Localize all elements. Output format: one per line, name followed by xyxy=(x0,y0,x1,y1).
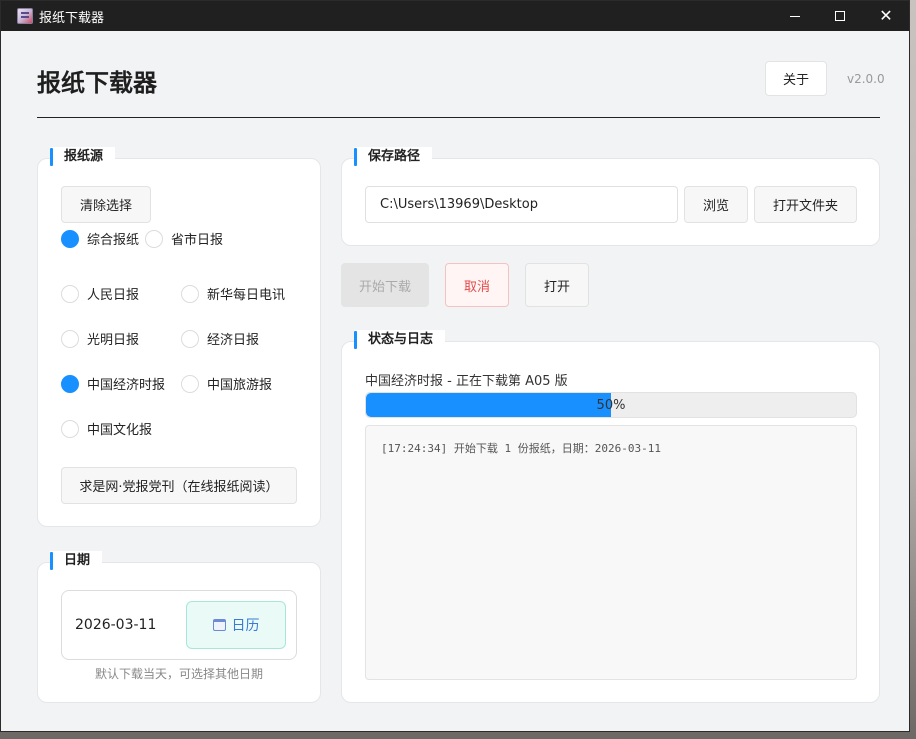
minimize-icon xyxy=(790,15,800,17)
close-icon: ✕ xyxy=(879,6,893,25)
radio-label: 光明日报 xyxy=(87,333,140,348)
app-window: 报纸下载器 ✕ 报纸下载器 关于 v2.0.0 报纸源 清除选择 综合报纸 省市… xyxy=(0,0,910,732)
radio-dot xyxy=(61,284,79,303)
header-divider xyxy=(37,117,880,118)
radio-label: 中国文化报 xyxy=(87,423,153,438)
date-section-title: 日期 xyxy=(50,551,103,571)
paper-radio-china-culture[interactable]: 中国文化报 xyxy=(61,419,152,438)
title-bar: 报纸下载器 ✕ xyxy=(1,1,909,31)
radio-dot xyxy=(181,284,199,303)
browse-button[interactable]: 浏览 xyxy=(684,186,748,223)
cancel-button[interactable]: 取消 xyxy=(445,263,509,307)
app-logo-icon xyxy=(17,8,33,24)
radio-label: 中国经济时报 xyxy=(87,378,166,393)
radio-label: 人民日报 xyxy=(87,288,140,303)
about-button[interactable]: 关于 xyxy=(765,61,827,96)
date-hint: 默认下载当天，可选择其他日期 xyxy=(94,667,263,681)
maximize-icon xyxy=(835,11,845,21)
source-section-title: 报纸源 xyxy=(50,147,116,167)
save-path-input[interactable]: C:\Users\13969\Desktop xyxy=(365,186,678,223)
maximize-button[interactable] xyxy=(817,1,863,31)
window-title: 报纸下载器 xyxy=(39,11,105,26)
radio-label: 中国旅游报 xyxy=(207,378,273,393)
status-message: 中国经济时报 - 正在下载第 A05 版 xyxy=(365,374,568,389)
paper-radio-china-economic-times[interactable]: 中国经济时报 xyxy=(61,374,165,393)
progress-label: 50% xyxy=(596,397,626,413)
radio-dot xyxy=(61,229,79,248)
radio-label: 综合报纸 xyxy=(87,233,140,248)
calendar-button[interactable]: 日历 xyxy=(186,601,286,649)
date-picker[interactable]: 2026-03-11 日历 xyxy=(61,590,297,660)
minimize-button[interactable] xyxy=(772,1,818,31)
save-path-section-title: 保存路径 xyxy=(354,147,433,167)
clear-selection-button[interactable]: 清除选择 xyxy=(61,186,151,223)
radio-dot xyxy=(61,329,79,348)
radio-dot xyxy=(181,374,199,393)
paper-radio-guangming[interactable]: 光明日报 xyxy=(61,329,139,348)
open-button[interactable]: 打开 xyxy=(525,263,589,307)
start-download-button[interactable]: 开始下载 xyxy=(341,263,429,307)
log-line: [17:24:34] 开始下载 1 份报纸，日期：2026-03-11 xyxy=(381,442,661,455)
radio-label: 省市日报 xyxy=(171,233,224,248)
category-radio-general[interactable]: 综合报纸 xyxy=(61,229,139,248)
paper-radio-china-tourism[interactable]: 中国旅游报 xyxy=(181,374,272,393)
open-folder-button[interactable]: 打开文件夹 xyxy=(754,186,857,223)
paper-radio-xinhua[interactable]: 新华每日电讯 xyxy=(181,284,285,303)
radio-dot xyxy=(145,229,163,248)
calendar-icon xyxy=(212,619,226,631)
calendar-label: 日历 xyxy=(231,618,260,634)
status-section-title: 状态与日志 xyxy=(354,330,446,350)
category-radio-provincial[interactable]: 省市日报 xyxy=(145,229,223,248)
radio-dot xyxy=(61,419,79,438)
radio-label: 新华每日电讯 xyxy=(207,288,286,303)
paper-radio-jingji[interactable]: 经济日报 xyxy=(181,329,259,348)
radio-dot xyxy=(61,374,79,393)
log-area[interactable]: [17:24:34] 开始下载 1 份报纸，日期：2026-03-11 xyxy=(365,425,857,680)
date-value: 2026-03-11 xyxy=(75,617,157,633)
radio-dot xyxy=(181,329,199,348)
paper-radio-renmin[interactable]: 人民日报 xyxy=(61,284,139,303)
online-reading-button[interactable]: 求是网·党报党刊（在线报纸阅读） xyxy=(61,467,297,504)
close-button[interactable]: ✕ xyxy=(863,1,909,31)
progress-bar: 50% xyxy=(365,392,857,418)
version-label: v2.0.0 xyxy=(847,72,885,86)
radio-label: 经济日报 xyxy=(207,333,260,348)
page-title: 报纸下载器 xyxy=(37,69,157,97)
